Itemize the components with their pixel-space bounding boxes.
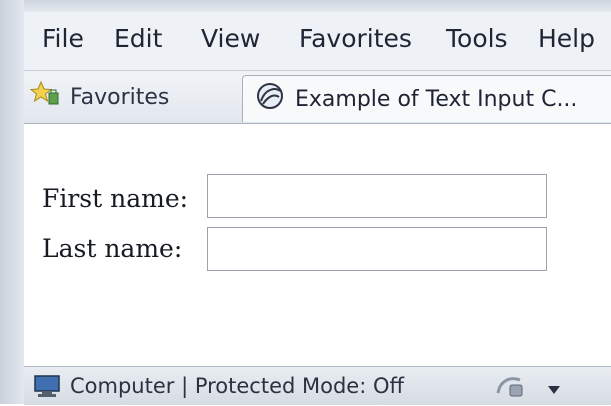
menu-tools[interactable]: Tools [446,24,508,53]
window-frame-top [0,0,611,12]
favorites-bar: Favorites Example of Text Input C... [24,71,611,125]
security-icon[interactable] [494,371,528,406]
computer-icon [32,373,62,404]
page-content: First name: Last name: [24,124,611,366]
menu-view[interactable]: View [201,24,260,53]
first-name-label: First name: [42,184,189,213]
menu-help[interactable]: Help [538,24,595,53]
favorites-label: Favorites [70,84,170,110]
tab-active-page[interactable]: Example of Text Input C... [242,75,611,122]
menu-file[interactable]: File [42,24,84,53]
chevron-down-icon[interactable] [546,377,562,401]
status-bar: Computer | Protected Mode: Off [24,366,611,405]
security-zone-text: Computer | Protected Mode: Off [70,374,404,398]
menu-edit[interactable]: Edit [114,24,162,53]
menu-bar: File Edit View Favorites Tools Help [24,12,611,71]
page-icon [255,81,285,117]
favorites-star-icon [29,79,60,115]
favorites-button[interactable]: Favorites [29,78,235,116]
last-name-label: Last name: [42,234,183,263]
menu-favorites[interactable]: Favorites [299,24,412,53]
first-name-input[interactable] [207,174,547,218]
window-frame-left [0,0,24,404]
last-name-input[interactable] [207,227,547,271]
tab-title: Example of Text Input C... [295,86,578,112]
